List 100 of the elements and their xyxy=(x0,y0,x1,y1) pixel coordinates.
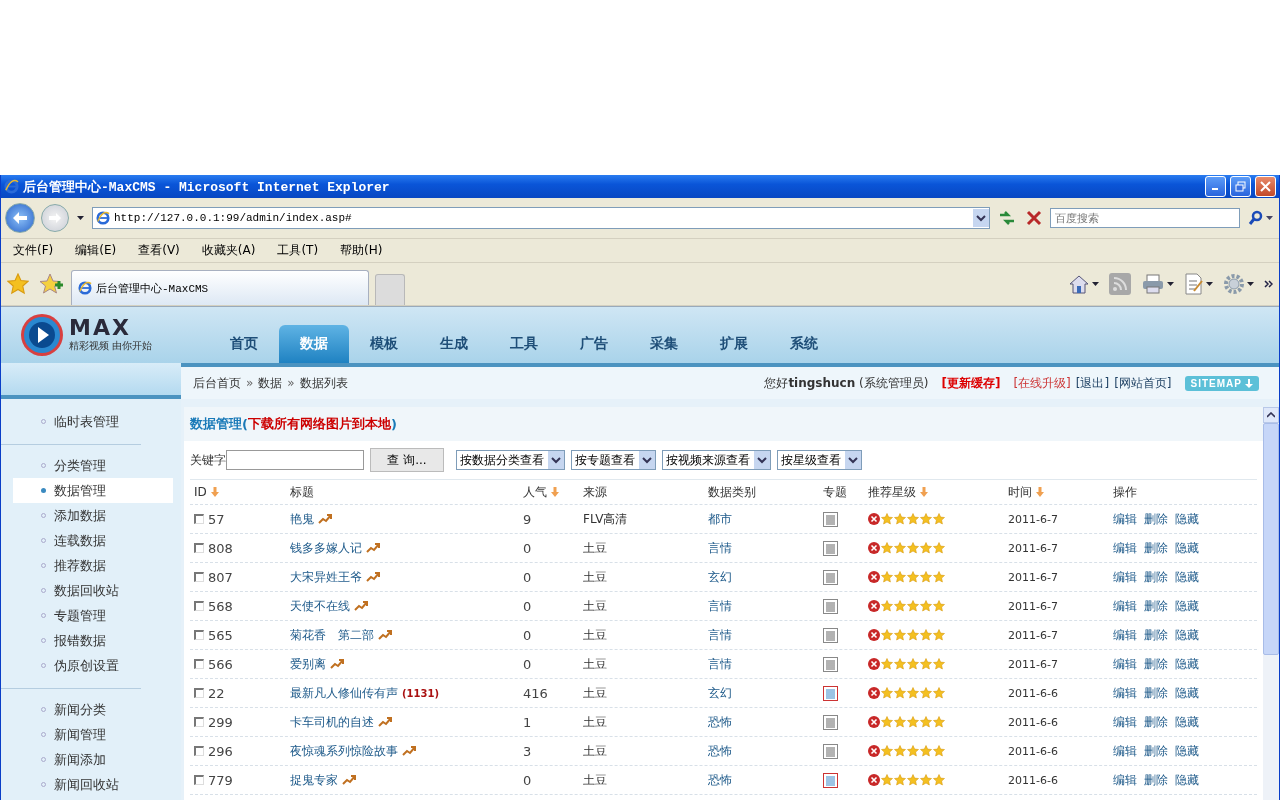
category-link[interactable]: 言情 xyxy=(708,626,823,644)
column-header[interactable]: 推荐星级 xyxy=(868,483,1008,501)
action-link[interactable]: 隐藏 xyxy=(1175,597,1199,615)
page-button[interactable] xyxy=(1182,272,1215,296)
sidebar-item[interactable]: 新闻添加 xyxy=(13,747,173,772)
close-button[interactable] xyxy=(1255,176,1276,197)
action-link[interactable]: 隐藏 xyxy=(1175,539,1199,557)
category-link[interactable]: 言情 xyxy=(708,539,823,557)
sidebar-item[interactable]: 数据管理 xyxy=(13,478,173,503)
row-checkbox[interactable] xyxy=(194,514,204,524)
breadcrumb-link[interactable]: 数据列表 xyxy=(299,374,348,392)
action-link[interactable]: 删除 xyxy=(1144,742,1168,760)
title-link[interactable]: 天使不在线 xyxy=(290,597,350,615)
nav-tab[interactable]: 生成 xyxy=(419,325,489,363)
clear-rating-icon[interactable] xyxy=(868,774,880,786)
header-link[interactable]: [退出] xyxy=(1075,374,1110,392)
restore-button[interactable] xyxy=(1230,176,1251,197)
title-link[interactable]: 钱多多嫁人记 xyxy=(290,539,362,557)
action-link[interactable]: 编辑 xyxy=(1113,539,1137,557)
filter-select[interactable]: 按视频来源查看 xyxy=(662,450,771,470)
nav-tab[interactable]: 系统 xyxy=(769,325,839,363)
sidebar-item[interactable]: 伪原创设置 xyxy=(13,653,173,678)
filter-select[interactable]: 按星级查看 xyxy=(777,450,862,470)
title-link[interactable]: 菊花香 第二部 xyxy=(290,626,374,644)
title-link[interactable]: 爱别离 xyxy=(290,655,326,673)
row-checkbox[interactable] xyxy=(194,630,204,640)
clear-rating-icon[interactable] xyxy=(868,542,880,554)
column-header[interactable]: 时间 xyxy=(1008,483,1113,501)
menu-item[interactable]: 帮助(H) xyxy=(332,242,391,259)
menu-item[interactable]: 收藏夹(A) xyxy=(193,242,264,259)
action-link[interactable]: 删除 xyxy=(1144,539,1168,557)
clear-rating-icon[interactable] xyxy=(868,571,880,583)
row-checkbox[interactable] xyxy=(194,775,204,785)
browser-tab[interactable]: 后台管理中心-MaxCMS xyxy=(71,270,369,305)
action-link[interactable]: 隐藏 xyxy=(1175,771,1199,789)
action-link[interactable]: 删除 xyxy=(1144,597,1168,615)
row-checkbox[interactable] xyxy=(194,543,204,553)
filter-select[interactable]: 按数据分类查看 xyxy=(456,450,565,470)
action-link[interactable]: 编辑 xyxy=(1113,713,1137,731)
header-link[interactable]: [更新缓存] xyxy=(941,374,1001,392)
column-header[interactable]: ID xyxy=(194,485,290,499)
sidebar-item[interactable]: 新闻管理 xyxy=(13,722,173,747)
scroll-up-button[interactable] xyxy=(1263,407,1279,423)
category-link[interactable]: 都市 xyxy=(708,510,823,528)
action-link[interactable]: 编辑 xyxy=(1113,742,1137,760)
column-header[interactable]: 人气 xyxy=(523,483,583,501)
menu-item[interactable]: 查看(V) xyxy=(130,242,188,259)
row-checkbox[interactable] xyxy=(194,572,204,582)
row-checkbox[interactable] xyxy=(194,601,204,611)
action-link[interactable]: 隐藏 xyxy=(1175,510,1199,528)
category-link[interactable]: 恐怖 xyxy=(708,713,823,731)
sidebar-item[interactable]: 数据回收站 xyxy=(13,578,173,603)
menu-item[interactable]: 编辑(E) xyxy=(67,242,125,259)
sidebar-item[interactable]: 新闻分类 xyxy=(13,697,173,722)
title-link[interactable]: 大宋异姓王爷 xyxy=(290,568,362,586)
dropdown-icon[interactable] xyxy=(973,209,989,227)
category-link[interactable]: 言情 xyxy=(708,655,823,673)
query-button[interactable]: 查 询... xyxy=(370,448,444,472)
back-button[interactable] xyxy=(5,203,35,233)
sidebar-item[interactable]: 连载数据 xyxy=(13,528,173,553)
action-link[interactable]: 删除 xyxy=(1144,713,1168,731)
breadcrumb-link[interactable]: 后台首页 xyxy=(193,374,241,392)
action-link[interactable]: 隐藏 xyxy=(1175,655,1199,673)
title-link[interactable]: 最新凡人修仙传有声 xyxy=(290,684,398,702)
action-link[interactable]: 编辑 xyxy=(1113,771,1137,789)
minimize-button[interactable] xyxy=(1205,176,1226,197)
nav-tab[interactable]: 工具 xyxy=(489,325,559,363)
action-link[interactable]: 删除 xyxy=(1144,626,1168,644)
action-link[interactable]: 编辑 xyxy=(1113,597,1137,615)
action-link[interactable]: 编辑 xyxy=(1113,510,1137,528)
clear-rating-icon[interactable] xyxy=(868,716,880,728)
category-link[interactable]: 玄幻 xyxy=(708,568,823,586)
title-link[interactable]: 艳鬼 xyxy=(290,510,314,528)
sidebar-item[interactable]: 报错数据 xyxy=(13,628,173,653)
action-link[interactable]: 编辑 xyxy=(1113,684,1137,702)
action-link[interactable]: 隐藏 xyxy=(1175,568,1199,586)
sidebar-item[interactable]: 分类管理 xyxy=(13,453,173,478)
search-field[interactable]: 百度搜索 xyxy=(1050,208,1240,228)
title-link[interactable]: 捉鬼专家 xyxy=(290,771,338,789)
menu-item[interactable]: 工具(T) xyxy=(269,242,327,259)
action-link[interactable]: 隐藏 xyxy=(1175,626,1199,644)
address-field[interactable]: http://127.0.0.1:99/admin/index.asp# xyxy=(92,207,990,229)
keyword-field[interactable] xyxy=(226,450,364,470)
nav-tab[interactable]: 首页 xyxy=(209,325,279,363)
nav-tab[interactable]: 扩展 xyxy=(699,325,769,363)
category-link[interactable]: 言情 xyxy=(708,597,823,615)
scrollbar-thumb[interactable] xyxy=(1263,423,1279,655)
sidebar-item[interactable]: 临时表管理 xyxy=(13,409,173,434)
action-link[interactable]: 编辑 xyxy=(1113,626,1137,644)
nav-tab[interactable]: 采集 xyxy=(629,325,699,363)
sidebar-item[interactable]: 新闻回收站 xyxy=(13,772,173,797)
action-link[interactable]: 删除 xyxy=(1144,771,1168,789)
breadcrumb-link[interactable]: 数据 xyxy=(258,374,283,392)
action-link[interactable]: 隐藏 xyxy=(1175,684,1199,702)
header-link[interactable]: [在线升级] xyxy=(1013,374,1071,392)
menu-item[interactable]: 文件(F) xyxy=(5,242,62,259)
row-checkbox[interactable] xyxy=(194,746,204,756)
clear-rating-icon[interactable] xyxy=(868,687,880,699)
action-link[interactable]: 删除 xyxy=(1144,655,1168,673)
clear-rating-icon[interactable] xyxy=(868,629,880,641)
